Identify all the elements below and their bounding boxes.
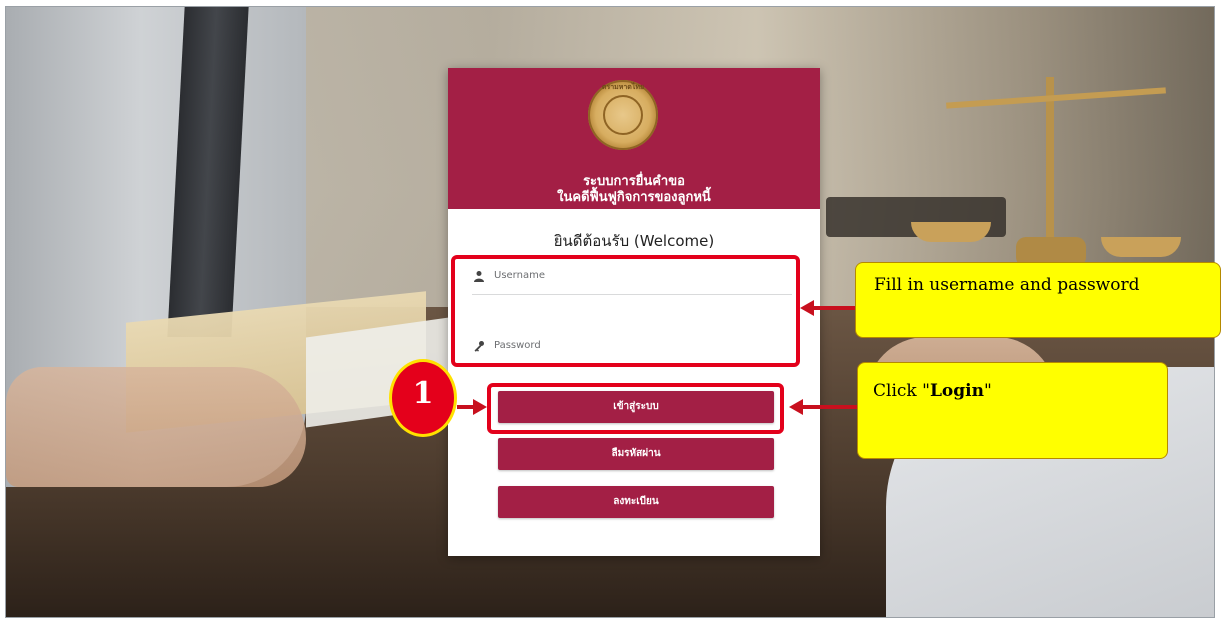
arrow-to-login: [802, 405, 857, 409]
welcome-text: ยินดีต้อนรับ (Welcome): [553, 232, 715, 250]
callout-click-login: Click "Login": [857, 362, 1168, 459]
forgot-password-button[interactable]: ลืมรหัสผ่าน: [498, 438, 774, 470]
callout-login-bold: Login: [929, 381, 984, 401]
court-seal-logo: ตรามหาดไทย: [588, 80, 658, 150]
callout-login-prefix: Click ": [873, 381, 930, 401]
system-title-line2: ในคดีฟื้นฟูกิจการของลูกหนี้: [557, 190, 711, 205]
arrowhead-fields: [800, 300, 814, 316]
login-highlight-box: [487, 383, 784, 434]
background-hand: [6, 367, 306, 487]
arrowhead-login: [789, 399, 803, 415]
fields-highlight-box: [451, 255, 800, 367]
seal-text: ตรามหาดไทย: [601, 83, 645, 91]
callout-fill-credentials: Fill in username and password: [855, 262, 1221, 338]
callout-login-suffix: ": [983, 381, 992, 401]
scale-post: [1046, 77, 1054, 247]
arrow-from-step: [457, 405, 474, 409]
register-button[interactable]: ลงทะเบียน: [498, 486, 774, 518]
scale-pan-right: [1101, 237, 1181, 257]
scale-pan-left: [911, 222, 991, 242]
seal-emblem: [603, 95, 643, 135]
login-header: ตรามหาดไทย ระบบการยื่นคำขอ ในคดีฟื้นฟูกิ…: [448, 68, 820, 209]
arrow-to-fields: [812, 306, 855, 310]
arrowhead-step: [473, 399, 487, 415]
callout-fields-text: Fill in username and password: [874, 275, 1140, 295]
step-number-badge: 1: [389, 359, 457, 437]
